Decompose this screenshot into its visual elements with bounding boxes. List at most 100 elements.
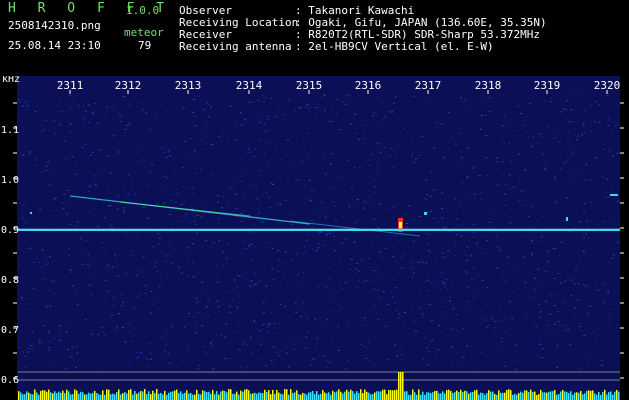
noise-speck [88, 266, 91, 268]
y-tick-label: 0.7 [1, 325, 19, 336]
power-bar [322, 390, 324, 400]
noise-speck [218, 240, 221, 242]
noise-speck [140, 353, 143, 354]
noise-speck [191, 243, 194, 244]
noise-speck [531, 136, 534, 138]
noise-speck [332, 248, 335, 250]
noise-speck [521, 97, 524, 99]
noise-speck [579, 278, 582, 280]
noise-speck [506, 281, 509, 283]
noise-speck [414, 330, 417, 332]
noise-speck [392, 166, 395, 168]
noise-speck [514, 344, 517, 346]
noise-speck [63, 194, 66, 195]
noise-speck [258, 202, 261, 204]
noise-speck [246, 366, 249, 368]
noise-speck [41, 212, 44, 214]
noise-speck [342, 128, 345, 130]
noise-speck [443, 363, 446, 365]
noise-speck [319, 232, 322, 233]
noise-speck [357, 204, 360, 206]
noise-speck [25, 367, 27, 369]
noise-speck [188, 312, 191, 314]
noise-speck [295, 311, 298, 313]
noise-speck [445, 333, 448, 335]
noise-speck [35, 252, 38, 254]
noise-speck [332, 309, 335, 311]
noise-speck [370, 244, 373, 245]
noise-speck [218, 306, 220, 308]
power-bar [552, 391, 554, 400]
noise-speck [152, 246, 155, 248]
noise-speck [411, 306, 414, 308]
noise-speck [331, 342, 334, 344]
noise-speck [370, 187, 373, 189]
noise-speck [517, 200, 520, 202]
power-bar [604, 389, 606, 400]
noise-speck [168, 362, 171, 364]
noise-speck [430, 320, 433, 322]
noise-speck [44, 259, 47, 261]
noise-speck [501, 161, 504, 163]
noise-speck [572, 94, 575, 96]
noise-speck [357, 94, 360, 96]
noise-speck [232, 331, 235, 333]
power-bar [440, 393, 442, 400]
noise-speck [501, 224, 504, 226]
noise-speck [547, 324, 550, 326]
noise-speck [400, 99, 403, 100]
noise-speck [414, 162, 417, 164]
noise-speck [357, 348, 360, 350]
noise-speck [426, 194, 429, 195]
noise-speck [603, 297, 606, 299]
noise-speck [596, 101, 599, 103]
noise-speck [193, 115, 196, 117]
noise-speck [240, 367, 243, 369]
noise-speck [111, 135, 114, 137]
noise-speck [497, 246, 499, 248]
noise-speck [115, 261, 118, 263]
noise-speck [400, 354, 403, 355]
noise-speck [497, 247, 500, 249]
noise-speck [82, 105, 85, 107]
noise-speck [317, 285, 320, 287]
noise-speck [270, 359, 273, 361]
noise-speck [449, 296, 452, 298]
noise-speck [171, 221, 174, 223]
noise-speck [205, 306, 208, 308]
power-bar [610, 391, 612, 400]
noise-speck [197, 312, 200, 314]
noise-speck [512, 186, 515, 188]
noise-speck [412, 161, 414, 163]
noise-speck [577, 172, 580, 174]
noise-speck [76, 304, 79, 306]
noise-speck [48, 347, 51, 349]
noise-speck [130, 189, 133, 191]
noise-speck [609, 221, 612, 223]
noise-speck [112, 349, 115, 351]
noise-speck [356, 199, 359, 200]
noise-speck [344, 368, 347, 370]
noise-speck [301, 163, 304, 165]
noise-speck [391, 112, 394, 114]
noise-speck [516, 135, 518, 136]
noise-speck [364, 158, 367, 159]
noise-speck [166, 177, 169, 179]
noise-speck [128, 245, 131, 247]
noise-speck [344, 282, 347, 284]
noise-speck [214, 334, 217, 336]
noise-speck [429, 280, 432, 282]
noise-speck [428, 250, 431, 252]
noise-speck [443, 282, 446, 284]
noise-speck [217, 217, 220, 219]
power-bar [612, 394, 614, 400]
noise-speck [333, 330, 336, 331]
noise-speck [245, 151, 248, 153]
power-bar [280, 393, 282, 400]
noise-speck [64, 205, 67, 207]
noise-speck [92, 204, 95, 206]
noise-speck [189, 213, 192, 214]
noise-speck [195, 232, 198, 234]
noise-speck [280, 94, 283, 95]
noise-speck [332, 201, 335, 203]
